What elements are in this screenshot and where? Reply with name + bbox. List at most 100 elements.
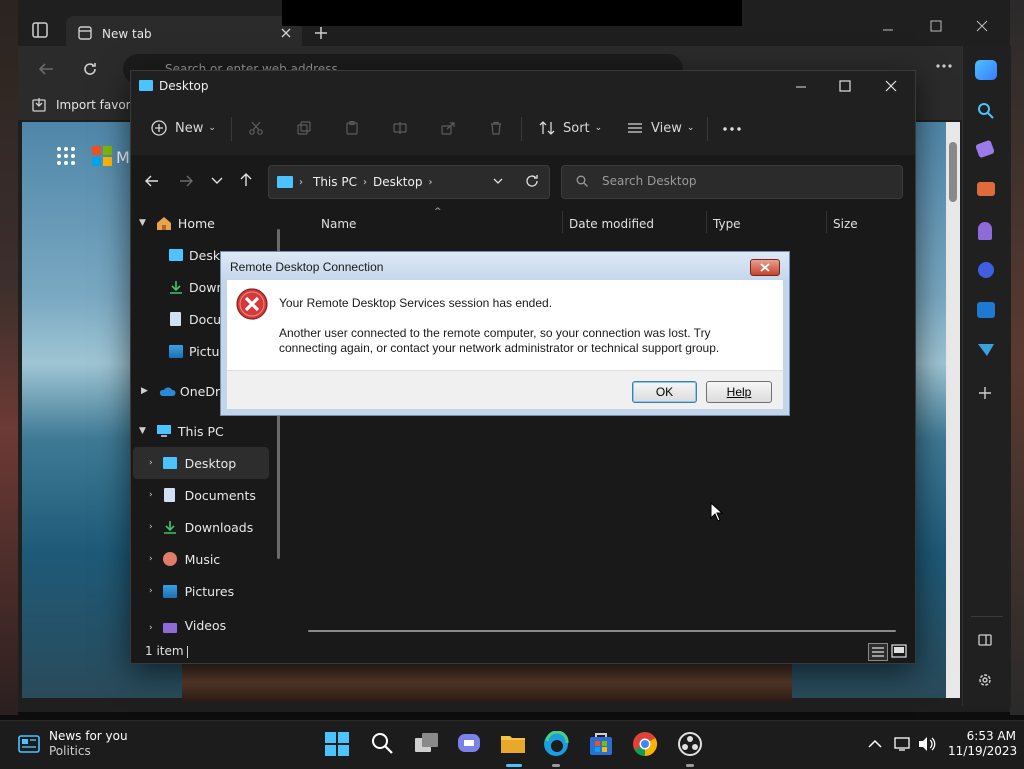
browser-minimize-icon[interactable] (882, 24, 894, 36)
shopping-tag-icon[interactable] (975, 139, 995, 159)
cut-icon[interactable] (249, 121, 263, 135)
obs-studio-icon[interactable] (677, 731, 705, 759)
workspaces-icon[interactable] (32, 22, 48, 38)
recent-locations-icon[interactable] (211, 177, 223, 185)
help-button[interactable]: Help (706, 381, 772, 403)
microsoft-store-icon[interactable] (588, 731, 616, 759)
column-divider (706, 211, 707, 233)
drop-icon[interactable] (977, 342, 995, 358)
breadcrumb-separator-icon: › (428, 176, 433, 188)
forward-arrow-icon[interactable] (179, 174, 193, 188)
download-icon (170, 281, 182, 294)
dialog-body: Your Remote Desktop Services session has… (227, 280, 783, 370)
nav-pc-pictures[interactable]: › Pictures (133, 575, 269, 607)
clock[interactable]: 6:53 AM 11/19/2023 (948, 729, 1017, 759)
nav-pc-desktop[interactable]: › Desktop (133, 447, 269, 479)
chevron-right-icon: › (149, 623, 153, 633)
more-options-icon[interactable] (723, 127, 741, 131)
view-label: View (651, 120, 682, 136)
breadcrumb-desktop[interactable]: Desktop (373, 175, 423, 189)
settings-more-icon[interactable] (936, 64, 952, 68)
document-icon (170, 312, 181, 326)
file-explorer-taskbar-icon[interactable] (500, 731, 528, 759)
explorer-maximize-icon[interactable] (839, 80, 851, 92)
refresh-folder-icon[interactable] (525, 174, 539, 188)
breadcrumb[interactable]: › This PC › Desktop › (268, 165, 550, 199)
toolbar-divider (707, 117, 708, 141)
horizontal-scrollbar[interactable] (308, 630, 896, 632)
browser-maximize-icon[interactable] (930, 20, 942, 32)
explorer-minimize-icon[interactable] (795, 81, 807, 93)
games-icon[interactable] (978, 222, 992, 240)
sidebar-settings-icon[interactable] (977, 672, 993, 688)
search-icon[interactable] (977, 102, 995, 120)
nav-pc-downloads[interactable]: › Downloads (133, 511, 269, 543)
sort-button[interactable]: Sort ⌄ (539, 120, 602, 136)
address-history-icon[interactable] (493, 178, 503, 185)
up-arrow-icon[interactable] (239, 173, 253, 187)
delete-icon[interactable] (489, 121, 503, 135)
desktop-icon (162, 457, 177, 469)
desktop-folder-icon (139, 80, 153, 91)
chrome-browser-icon[interactable] (632, 731, 660, 759)
mouse-cursor-icon (710, 502, 724, 522)
apps-grid-icon[interactable] (56, 146, 76, 166)
rename-icon[interactable] (393, 121, 407, 135)
show-hidden-icons-icon[interactable] (868, 739, 882, 748)
paste-icon[interactable] (345, 121, 359, 135)
start-icon[interactable] (324, 731, 352, 759)
news-icon (18, 735, 40, 753)
item-count: 1 item (145, 644, 184, 658)
teams-chat-icon[interactable] (456, 731, 484, 759)
explorer-command-bar: New ⌄ Sort ⌄ View ⌄ (131, 103, 915, 156)
dialog-close-button[interactable] (750, 259, 780, 276)
nav-this-pc[interactable]: ▼ This PC (133, 415, 269, 447)
nav-pc-documents[interactable]: › Documents (133, 479, 269, 511)
tools-icon[interactable] (977, 182, 995, 196)
nav-label: Documents (184, 487, 256, 503)
refresh-icon[interactable] (82, 61, 98, 77)
details-view-icon[interactable] (868, 643, 888, 661)
search-desktop-input[interactable]: Search Desktop (561, 165, 903, 199)
back-icon[interactable] (38, 62, 54, 76)
add-sidebar-app-icon[interactable] (978, 386, 992, 400)
view-button[interactable]: View ⌄ (627, 120, 694, 136)
network-icon[interactable] (894, 736, 912, 752)
copy-icon[interactable] (297, 121, 311, 135)
news-widget[interactable]: News for you Politics (18, 729, 128, 759)
breadcrumb-this-pc[interactable]: This PC (313, 175, 357, 189)
back-arrow-icon[interactable] (145, 174, 159, 188)
nav-onedrive-label: OneDri (179, 383, 224, 399)
share-icon[interactable] (441, 121, 455, 135)
column-name[interactable]: Name (321, 217, 356, 231)
page-scrollbar-thumb[interactable] (949, 142, 957, 202)
taskbar-search-icon[interactable] (370, 731, 398, 759)
task-view-icon[interactable] (414, 731, 442, 759)
edge-browser-icon[interactable] (543, 731, 571, 759)
microsoft-365-icon[interactable] (978, 262, 994, 278)
nav-label: Downloads (184, 519, 254, 535)
nav-home[interactable]: ▼ Home (133, 207, 269, 239)
new-tab-icon[interactable] (314, 26, 328, 40)
hide-sidebar-icon[interactable] (978, 634, 992, 646)
browser-tab-bar: New tab (18, 0, 1010, 52)
browser-close-icon[interactable] (976, 20, 988, 32)
volume-icon[interactable] (918, 736, 936, 752)
copilot-icon[interactable] (975, 60, 997, 80)
outlook-icon[interactable] (977, 302, 995, 318)
nav-label: Docu (189, 311, 222, 327)
view-icon (628, 123, 642, 133)
ok-button[interactable]: OK (632, 381, 697, 403)
large-icons-view-icon[interactable] (891, 644, 907, 658)
close-tab-icon[interactable] (280, 27, 292, 39)
column-type[interactable]: Type (713, 217, 741, 231)
nav-pc-music[interactable]: › Music (133, 543, 269, 575)
new-button[interactable]: New ⌄ (151, 120, 216, 136)
desktop-icon (169, 249, 183, 261)
column-date-modified[interactable]: Date modified (569, 217, 654, 231)
page-scrollbar[interactable] (946, 122, 960, 698)
nav-pc-videos[interactable]: › Videos (133, 607, 269, 633)
column-size[interactable]: Size (833, 217, 858, 231)
status-separator (187, 646, 188, 658)
explorer-close-icon[interactable] (885, 80, 897, 92)
